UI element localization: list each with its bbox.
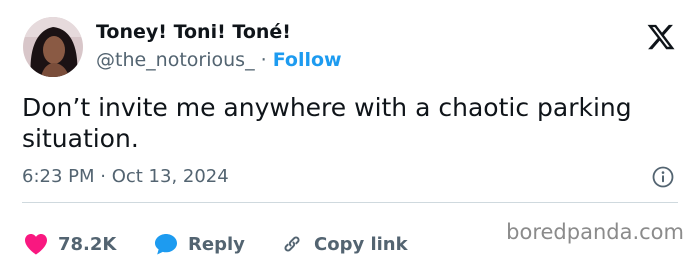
author-handle[interactable]: @the_notorious_ xyxy=(96,49,255,71)
author-name[interactable]: Toney! Toni! Toné! xyxy=(96,20,291,44)
heart-icon xyxy=(25,234,47,255)
author-handle-row: @the_notorious_ · Follow xyxy=(96,48,342,72)
divider xyxy=(22,202,678,203)
x-logo-icon[interactable] xyxy=(646,22,676,52)
avatar[interactable] xyxy=(23,17,83,77)
like-button[interactable]: 78.2K xyxy=(24,233,116,255)
copy-link-button[interactable]: Copy link xyxy=(280,232,408,256)
follow-button[interactable]: Follow xyxy=(273,49,342,71)
tweet-timestamp[interactable]: 6:23 PM · Oct 13, 2024 xyxy=(22,166,229,188)
info-icon[interactable] xyxy=(652,166,674,188)
watermark: boredpanda.com xyxy=(506,220,684,244)
tweet-text: Don’t invite me anywhere with a chaotic … xyxy=(22,93,632,153)
reply-label: Reply xyxy=(188,233,245,255)
reply-button[interactable]: Reply xyxy=(154,233,245,255)
separator-dot: · xyxy=(260,49,267,71)
like-count: 78.2K xyxy=(58,233,117,255)
speech-bubble-icon xyxy=(155,234,177,255)
link-icon xyxy=(284,236,300,252)
copy-link-label: Copy link xyxy=(314,233,408,255)
avatar-photo xyxy=(23,17,83,77)
